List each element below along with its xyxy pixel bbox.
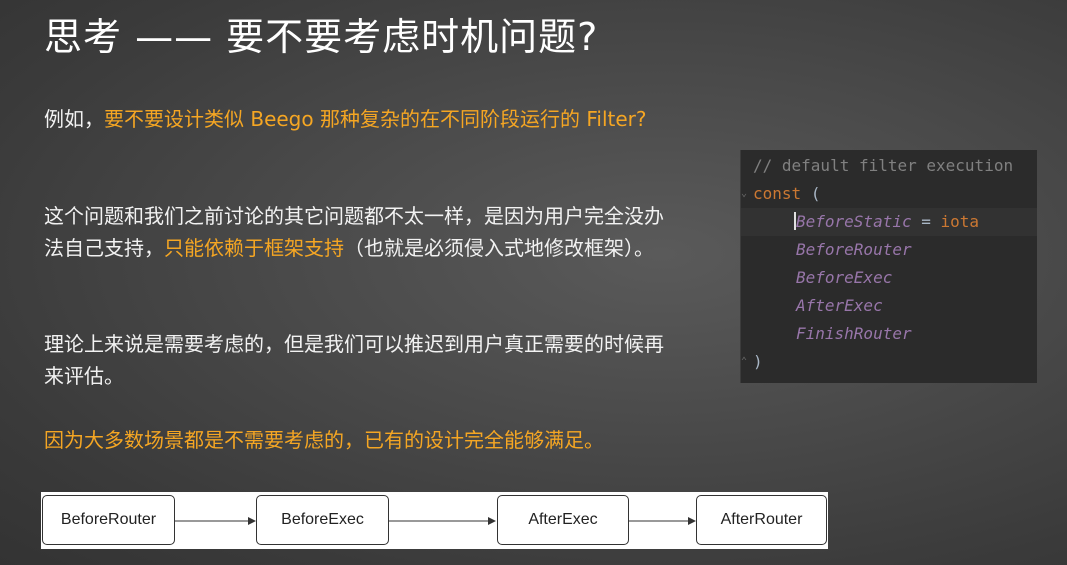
reason-paragraph: 这个问题和我们之前讨论的其它问题都不太一样，是因为用户完全没办法自己支持，只能依… <box>44 200 674 264</box>
code-line-const-2: BeforeExec <box>741 264 1037 292</box>
flow-node-before-router: BeforeRouter <box>42 495 175 545</box>
code-iota: iota <box>940 212 980 231</box>
fold-end-icon: ⌃ <box>741 356 748 367</box>
flow-node-after-exec: AfterExec <box>497 495 629 545</box>
example-paragraph: 例如，要不要设计类似 Beego 那种复杂的在不同阶段运行的 Filter? <box>44 103 674 135</box>
example-prefix: 例如， <box>44 107 104 131</box>
reason-suffix: （也就是必须侵入式地修改框架）。 <box>344 236 654 260</box>
flow-node-after-router: AfterRouter <box>696 495 827 545</box>
flow-node-before-exec: BeforeExec <box>256 495 389 545</box>
code-line-active: BeforeStatic = iota <box>741 208 1037 236</box>
filter-flow-diagram: BeforeRouter BeforeExec AfterExec AfterR… <box>41 492 828 549</box>
code-line-const: ⌄ const ( <box>741 180 1037 208</box>
code-snippet: // default filter execution ⌄ const ( Be… <box>740 150 1037 383</box>
code-const: BeforeRouter <box>796 240 912 259</box>
conclusion-paragraph: 因为大多数场景都是不需要考虑的，已有的设计完全能够满足。 <box>44 428 604 452</box>
code-const-first: BeforeStatic <box>796 212 912 231</box>
fold-icon: ⌄ <box>741 188 748 199</box>
code-assign: = <box>911 212 941 231</box>
code-line-comment: // default filter execution <box>741 152 1037 180</box>
reason-highlight: 只能依赖于框架支持 <box>164 236 344 260</box>
code-const: BeforeExec <box>796 268 893 287</box>
theory-paragraph: 理论上来说是需要考虑的，但是我们可以推迟到用户真正需要的时候再来评估。 <box>44 332 664 388</box>
code-const: AfterExec <box>796 296 883 315</box>
code-line-const-3: AfterExec <box>741 292 1037 320</box>
slide-title: 思考 —— 要不要考虑时机问题? <box>44 15 599 59</box>
code-line-const-1: BeforeRouter <box>741 236 1037 264</box>
code-open-paren: ( <box>810 184 821 203</box>
code-line-close: ⌃ ) <box>741 348 1037 376</box>
code-line-const-4: FinishRouter <box>741 320 1037 348</box>
code-comment: // default filter execution <box>753 156 1014 175</box>
code-const: FinishRouter <box>796 324 912 343</box>
example-highlight: 要不要设计类似 Beego 那种复杂的在不同阶段运行的 Filter? <box>104 107 647 131</box>
